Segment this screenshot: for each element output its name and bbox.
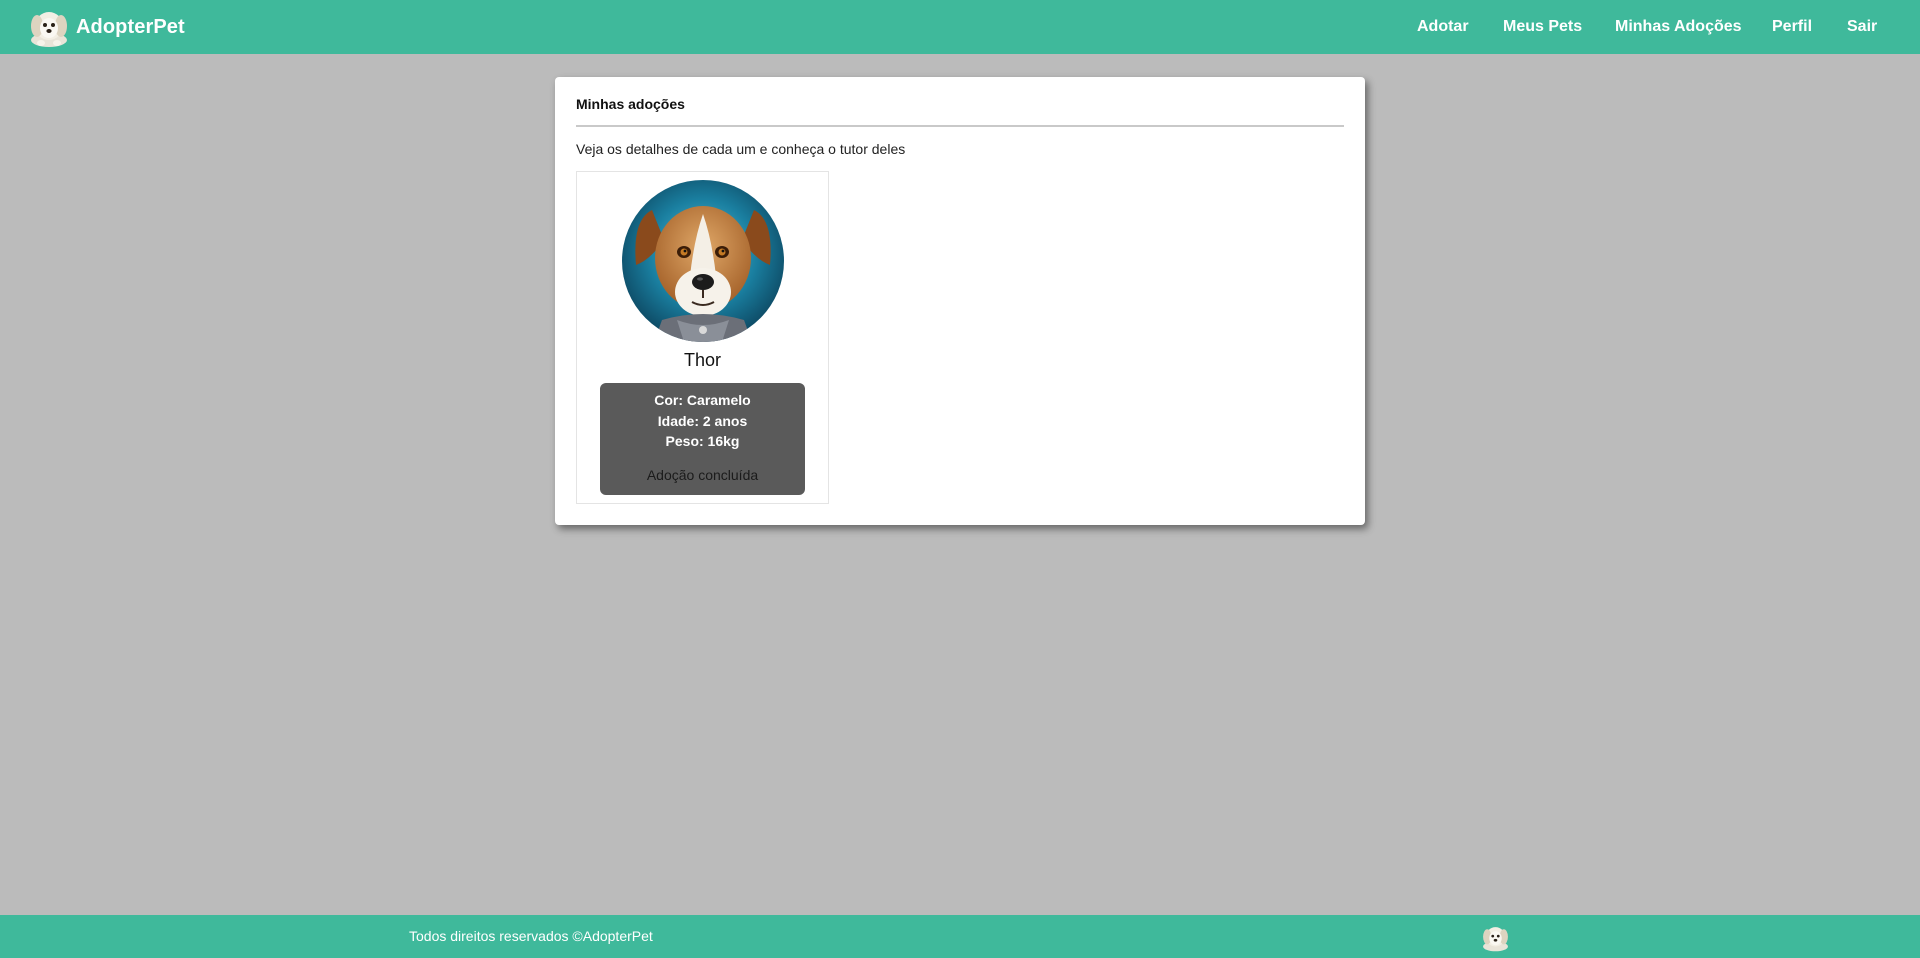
brand-home-link[interactable]: AdopterPet [27,6,185,48]
puppy-logo-icon [31,12,67,47]
adoption-status: Adoção concluída [646,467,759,483]
nav-meus-pets[interactable]: Meus Pets [1503,18,1582,36]
title-divider [576,125,1344,127]
footer-copyright: Todos direitos reservados ©AdopterPet [409,928,653,944]
pet-weight: Peso: 16kg [665,433,740,449]
pet-photo[interactable] [622,180,784,342]
pet-name: Thor [683,350,721,370]
puppy-logo-icon [1483,927,1508,952]
page-subtitle: Veja os detalhes de cada um e conheça o … [576,141,906,157]
pet-age: Idade: 2 anos [657,413,748,429]
page-footer: Todos direitos reservados ©AdopterPet [0,915,1920,958]
brand-name: AdopterPet [76,15,185,38]
pet-color: Cor: Caramelo [654,392,751,408]
top-navbar: AdopterPet Adotar Meus Pets Minhas Adoçõ… [0,0,1920,54]
pet-card[interactable]: Thor Cor: Caramelo Idade: 2 anos Peso: 1… [576,171,829,504]
pet-details-box: Cor: Caramelo Idade: 2 anos Peso: 16kg A… [600,383,805,495]
nav-adotar[interactable]: Adotar [1417,18,1469,36]
page-title: Minhas adoções [576,96,685,112]
adoptions-panel: Minhas adoções Veja os detalhes de cada … [555,77,1365,525]
nav-minhas-adocoes[interactable]: Minhas Adoções [1615,18,1742,36]
nav-perfil[interactable]: Perfil [1772,18,1812,36]
dog-portrait-image [622,180,784,342]
nav-sair[interactable]: Sair [1847,18,1877,36]
